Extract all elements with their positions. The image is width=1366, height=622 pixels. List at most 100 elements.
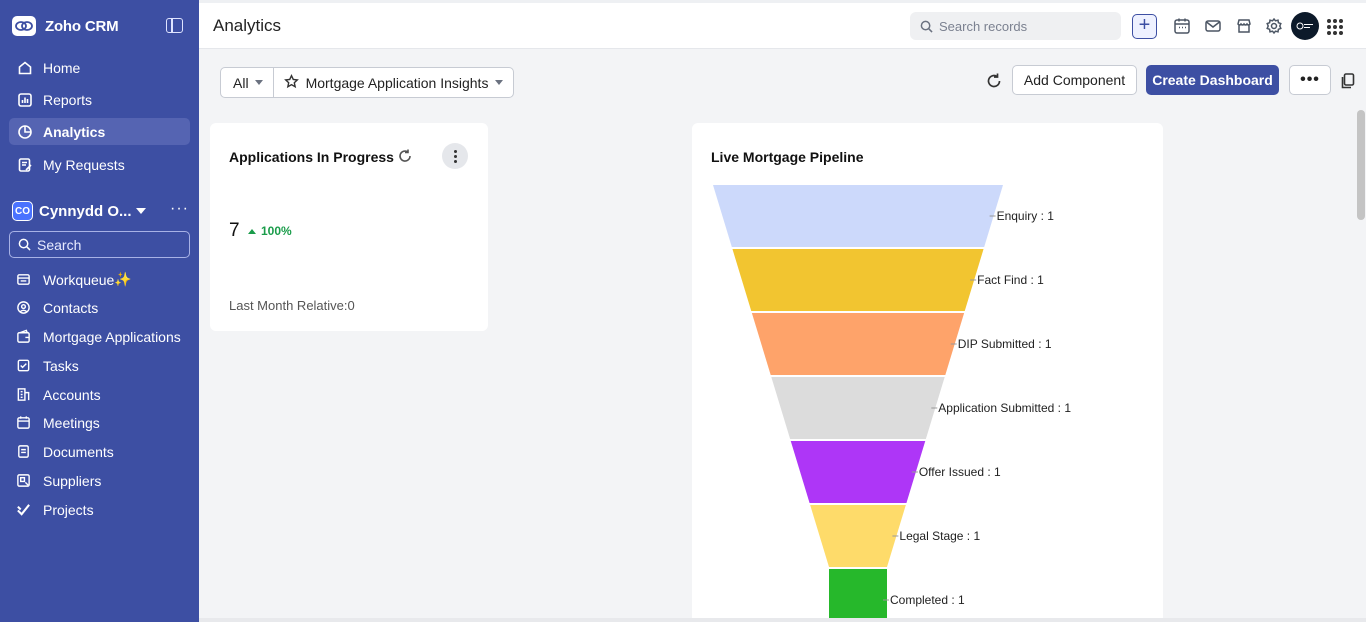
search-icon: [18, 238, 31, 251]
kpi-delta-value: 100%: [261, 224, 292, 238]
brand[interactable]: Zoho CRM: [12, 16, 119, 36]
meetings-icon: [17, 416, 30, 429]
kpi-widget: Applications In Progress 7 100% Last Mon…: [210, 123, 488, 331]
funnel-stage-label: Application Submitted : 1: [938, 401, 1071, 415]
chevron-down-icon: [495, 80, 504, 85]
accounts-icon: [17, 388, 30, 401]
funnel-stage[interactable]: [771, 377, 945, 439]
module-label: Meetings: [43, 414, 100, 431]
kpi-delta: 100%: [248, 224, 292, 238]
suppliers-icon: [17, 474, 30, 487]
funnel-stage-label: Enquiry : 1: [997, 209, 1055, 223]
module-suppliers[interactable]: Suppliers: [9, 468, 190, 493]
module-label: Projects: [43, 501, 94, 518]
documents-icon: [18, 445, 29, 458]
nav-item-label: Analytics: [43, 123, 106, 140]
module-workqueue[interactable]: Workqueue ✨: [9, 267, 190, 292]
funnel-stage[interactable]: [829, 569, 887, 622]
nav-item-my-requests[interactable]: My Requests: [9, 151, 190, 178]
sparkle-icon: ✨: [114, 271, 132, 287]
module-label: Suppliers: [43, 472, 102, 489]
widget-title: Applications In Progress: [229, 149, 394, 165]
dashboard-selector[interactable]: Mortgage Application Insights: [274, 73, 514, 92]
funnel-stage[interactable]: [790, 441, 926, 503]
sidebar-search-placeholder: Search: [37, 236, 82, 253]
module-label: Contacts: [43, 299, 99, 316]
funnel-stage[interactable]: [810, 505, 906, 567]
search-records-input[interactable]: Search records: [910, 12, 1121, 40]
nav-item-home[interactable]: Home: [9, 54, 190, 81]
nav-item-reports[interactable]: Reports: [9, 86, 190, 113]
module-label: Mortgage Applications: [43, 328, 181, 345]
search-icon: [920, 20, 933, 33]
top-bar: Analytics Search records +: [199, 0, 1366, 49]
gear-icon[interactable]: [1265, 17, 1283, 35]
module-label: Workqueue: [43, 271, 115, 288]
refresh-icon[interactable]: [397, 148, 413, 164]
funnel-stage-label: Offer Issued : 1: [919, 465, 1001, 479]
create-new-button[interactable]: +: [1132, 14, 1157, 39]
workqueue-icon: [17, 274, 30, 285]
more-actions-button[interactable]: •••: [1289, 65, 1331, 95]
more-options-icon[interactable]: ···: [170, 200, 189, 218]
module-tasks[interactable]: Tasks: [9, 353, 190, 378]
module-label: Tasks: [43, 357, 79, 374]
collapse-sidebar-icon[interactable]: [166, 18, 183, 33]
requests-icon: [17, 157, 33, 173]
marketplace-icon[interactable]: [1235, 17, 1253, 35]
mail-icon[interactable]: [1204, 17, 1222, 35]
org-switcher[interactable]: CO Cynnydd O... ···: [12, 199, 188, 223]
wallet-icon: [17, 329, 30, 343]
reports-icon: [17, 92, 33, 108]
module-documents[interactable]: Documents: [9, 439, 190, 464]
nav-item-analytics[interactable]: Analytics: [9, 118, 190, 145]
nav-item-label: Home: [43, 59, 81, 76]
app-name: Zoho CRM: [45, 17, 119, 35]
funnel-stage[interactable]: [713, 185, 1003, 247]
module-label: Documents: [43, 443, 114, 460]
kpi-footer: Last Month Relative:0: [229, 298, 355, 313]
scrollbar[interactable]: [1357, 110, 1365, 220]
zoho-logo-icon: [12, 16, 36, 36]
funnel-stage[interactable]: [751, 313, 965, 375]
contacts-icon: [17, 301, 30, 314]
dashboard-name: Mortgage Application Insights: [305, 74, 489, 91]
refresh-icon[interactable]: [985, 72, 1003, 90]
filter-all-dropdown[interactable]: All: [221, 68, 274, 97]
add-component-button[interactable]: Add Component: [1012, 65, 1137, 95]
apps-grid-icon[interactable]: [1327, 19, 1343, 35]
module-projects[interactable]: Projects: [9, 497, 190, 522]
sidebar-search-input[interactable]: Search: [9, 231, 190, 258]
module-label: Accounts: [43, 386, 101, 403]
bottom-edge: [199, 618, 1366, 622]
filter-all-label: All: [233, 74, 249, 91]
search-placeholder: Search records: [939, 18, 1028, 34]
avatar[interactable]: [1291, 12, 1319, 40]
page-title: Analytics: [213, 16, 282, 35]
funnel-stage[interactable]: [732, 249, 984, 311]
sidebar: Zoho CRM Home Reports Analytics My Reque…: [0, 0, 199, 622]
chevron-down-icon: [254, 80, 263, 85]
nav-item-label: Reports: [43, 91, 93, 108]
star-icon[interactable]: [283, 73, 299, 92]
module-mortgage-applications[interactable]: Mortgage Applications: [9, 324, 190, 349]
calendar-icon[interactable]: [1173, 17, 1191, 35]
module-accounts[interactable]: Accounts: [9, 382, 190, 407]
funnel-stage-label: DIP Submitted : 1: [958, 337, 1052, 351]
home-icon: [17, 60, 33, 76]
chevron-down-icon[interactable]: [136, 208, 146, 214]
kpi-value: 7: [229, 220, 240, 241]
nav-item-label: My Requests: [43, 156, 125, 173]
module-meetings[interactable]: Meetings: [9, 410, 190, 435]
create-dashboard-button[interactable]: Create Dashboard: [1146, 65, 1279, 95]
module-contacts[interactable]: Contacts: [9, 295, 190, 320]
org-name: Cynnydd O...: [39, 202, 132, 220]
funnel-stage-label: Legal Stage : 1: [899, 529, 980, 543]
funnel-stage-label: Completed : 1: [890, 593, 965, 607]
widget-menu-button[interactable]: [442, 143, 468, 169]
clone-icon[interactable]: [1340, 72, 1356, 90]
funnel-stage-label: Fact Find : 1: [977, 273, 1044, 287]
dashboard-filter: All Mortgage Application Insights: [220, 67, 515, 98]
org-badge: CO: [12, 201, 33, 221]
trend-up-icon: [248, 228, 256, 234]
